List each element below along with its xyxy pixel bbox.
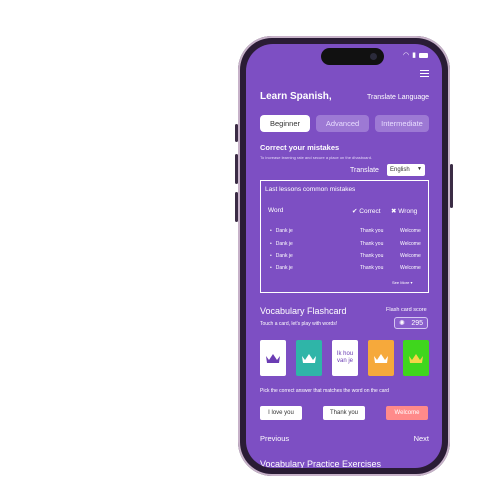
mistake-correct: Thank you xyxy=(360,228,384,234)
app-screen: ◠ ▮ Learn Spanish, Translate Language Be… xyxy=(246,44,442,468)
crown-icon xyxy=(302,354,316,363)
crown-icon xyxy=(266,354,280,363)
flashcard-instructions: Touch a card, let's play with words! xyxy=(260,321,338,327)
flashcard[interactable] xyxy=(403,340,429,376)
flashcard-active[interactable]: Ik hou van je xyxy=(332,340,358,376)
mistake-correct: Thank you xyxy=(360,241,384,247)
answer-instructions: Pick the correct answer that matches the… xyxy=(260,388,389,394)
mistakes-panel-title: Last lessons common mistakes xyxy=(265,186,356,193)
next-button[interactable]: Next xyxy=(414,434,429,443)
flashcard-score-label: Flash card score xyxy=(386,307,427,313)
chevron-down-icon: ▼ xyxy=(417,166,422,172)
mistakes-panel xyxy=(260,180,429,293)
language-select-value: English xyxy=(390,167,410,173)
check-icon: ✔ xyxy=(352,208,358,215)
status-bar: ◠ ▮ xyxy=(403,51,428,59)
mistake-word: Dank je xyxy=(270,241,293,247)
cross-icon: ✖ xyxy=(391,208,397,215)
mistake-wrong: Welcome xyxy=(400,253,421,259)
flashcard-text: Ik hou van je xyxy=(336,351,354,364)
camera-icon xyxy=(370,53,377,60)
menu-icon[interactable] xyxy=(420,70,429,79)
crown-icon xyxy=(374,354,388,363)
mistakes-subtext: To increase learning rate and secure a p… xyxy=(260,155,373,160)
column-header-wrong: ✖ Wrong xyxy=(391,208,418,215)
mistakes-heading: Correct your mistakes xyxy=(260,143,340,152)
phone-frame: ◠ ▮ Learn Spanish, Translate Language Be… xyxy=(235,36,453,476)
flashcard-heading: Vocabulary Flashcard xyxy=(260,306,347,316)
flashcard-score-value: 295 xyxy=(411,319,423,327)
page-title: Learn Spanish, xyxy=(260,91,332,102)
translate-language-link[interactable]: Translate Language xyxy=(367,94,429,101)
mistake-word: Dank je xyxy=(270,253,293,259)
chevron-down-icon: ▾ xyxy=(410,280,413,285)
battery-icon xyxy=(419,52,428,58)
answer-option[interactable]: I love you xyxy=(260,406,302,420)
column-header-word: Word xyxy=(268,207,284,214)
translate-label: Translate xyxy=(350,167,379,174)
volume-down-button xyxy=(235,192,238,222)
tab-advanced[interactable]: Advanced xyxy=(316,115,369,132)
flashcard[interactable] xyxy=(296,340,322,376)
mistake-wrong: Welcome xyxy=(400,228,421,234)
volume-button xyxy=(235,124,238,142)
crown-icon xyxy=(409,354,423,363)
wifi-icon: ◠ xyxy=(403,52,410,59)
answer-option[interactable]: Thank you xyxy=(323,406,365,420)
column-header-correct: ✔ Correct xyxy=(352,208,381,215)
dynamic-island xyxy=(321,48,384,65)
signal-icon: ▮ xyxy=(412,52,416,59)
practice-heading: Vocabulary Practice Exercises xyxy=(260,459,382,468)
tab-beginner[interactable]: Beginner xyxy=(260,115,310,132)
tab-intermediate[interactable]: Intermediate xyxy=(375,115,429,132)
volume-up-button xyxy=(235,154,238,184)
power-button xyxy=(450,164,453,208)
mistake-wrong: Welcome xyxy=(400,241,421,247)
flashcard-score-badge: ✺ 295 xyxy=(394,317,428,329)
previous-button[interactable]: Previous xyxy=(260,434,289,443)
flashcard[interactable] xyxy=(368,340,394,376)
mistake-correct: Thank you xyxy=(360,253,384,259)
flashcard[interactable] xyxy=(260,340,286,376)
mistake-word: Dank je xyxy=(270,228,293,234)
answer-option-wrong[interactable]: Welcome xyxy=(386,406,428,420)
mistake-wrong: Welcome xyxy=(400,265,421,271)
mistake-word: Dank je xyxy=(270,265,293,271)
see-more-link[interactable]: See More ▾ xyxy=(392,280,412,285)
brain-icon: ✺ xyxy=(399,320,405,327)
mistake-correct: Thank you xyxy=(360,265,384,271)
language-select[interactable]: English ▼ xyxy=(387,164,425,176)
